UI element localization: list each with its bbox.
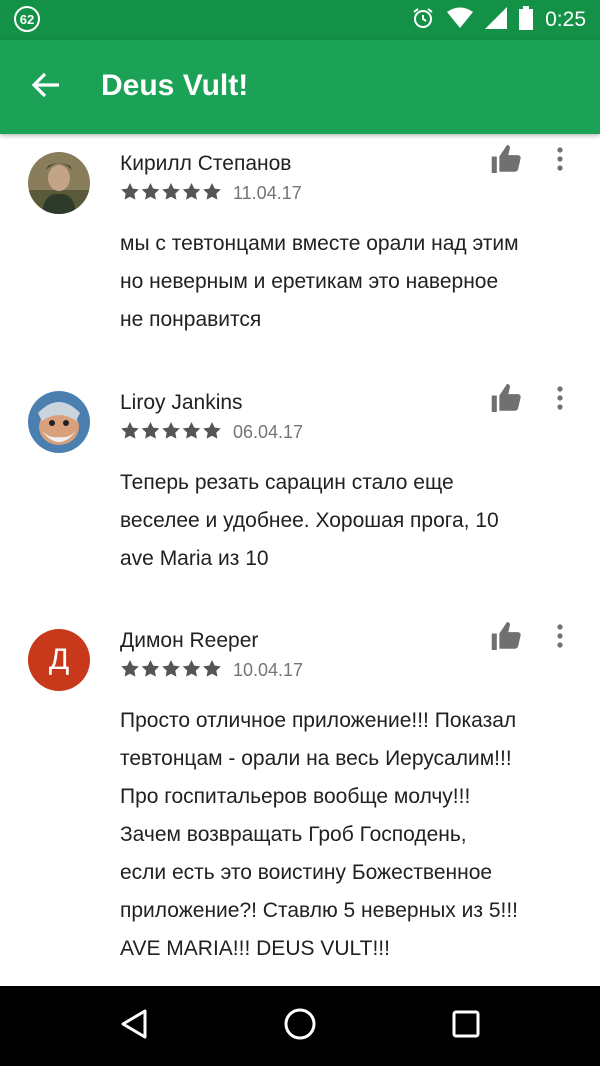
wifi-icon [447,7,474,34]
home-circle-icon [283,1007,317,1046]
more-vert-icon [557,146,563,176]
more-options-button[interactable] [546,623,574,653]
signal-icon [485,6,508,34]
five-stars-icon [121,660,221,677]
app-bar: Deus Vult! [0,40,600,134]
nav-back-button[interactable] [114,1006,154,1046]
nav-home-button[interactable] [280,1006,320,1046]
review-text: Теперь резать сарацин стало еще веселее … [120,471,499,570]
star-rating [120,421,222,441]
five-stars-icon [121,422,221,439]
avatar[interactable] [28,391,90,453]
status-time: 0:25 [545,8,586,31]
battery-icon [519,5,534,35]
review-text: Просто отличное приложение!!! Показал те… [120,709,519,960]
helpful-button[interactable] [490,621,524,655]
avatar[interactable]: Д [28,629,90,691]
recents-square-icon [451,1009,481,1044]
avatar[interactable] [28,152,90,214]
review-date: 11.04.17 [233,183,302,203]
review-date: 06.04.17 [233,422,304,442]
status-bar: 62 0:25 [0,0,600,40]
navigation-bar [0,986,600,1066]
more-vert-icon [557,385,563,415]
review-date: 10.04.17 [233,660,304,680]
more-options-button[interactable] [546,146,574,176]
review-text: мы с тевтонцами вместе орали над этим но… [120,232,519,331]
nav-recents-button[interactable] [446,1006,486,1046]
alarm-icon [411,6,435,35]
helpful-button[interactable] [490,144,524,178]
reviewer-name: Liroy Jankins [120,391,243,414]
notification-count-badge: 62 [14,6,40,32]
avatar-letter: Д [48,643,70,676]
helpful-button[interactable] [490,383,524,417]
thumbs-up-icon [491,621,523,655]
more-options-button[interactable] [546,385,574,415]
star-rating [120,659,222,679]
back-button[interactable] [22,65,70,109]
reviewer-name: Кирилл Степанов [120,152,292,175]
arrow-left-icon [31,72,61,103]
reviewer-name: Димон Reeper [120,629,259,652]
back-triangle-icon [119,1008,149,1045]
more-vert-icon [557,623,563,653]
star-rating [120,182,222,202]
thumbs-up-icon [491,144,523,178]
page-title: Deus Vult! [101,69,249,102]
thumbs-up-icon [491,383,523,417]
five-stars-icon [121,183,221,200]
status-icons: 0:25 [411,0,586,40]
